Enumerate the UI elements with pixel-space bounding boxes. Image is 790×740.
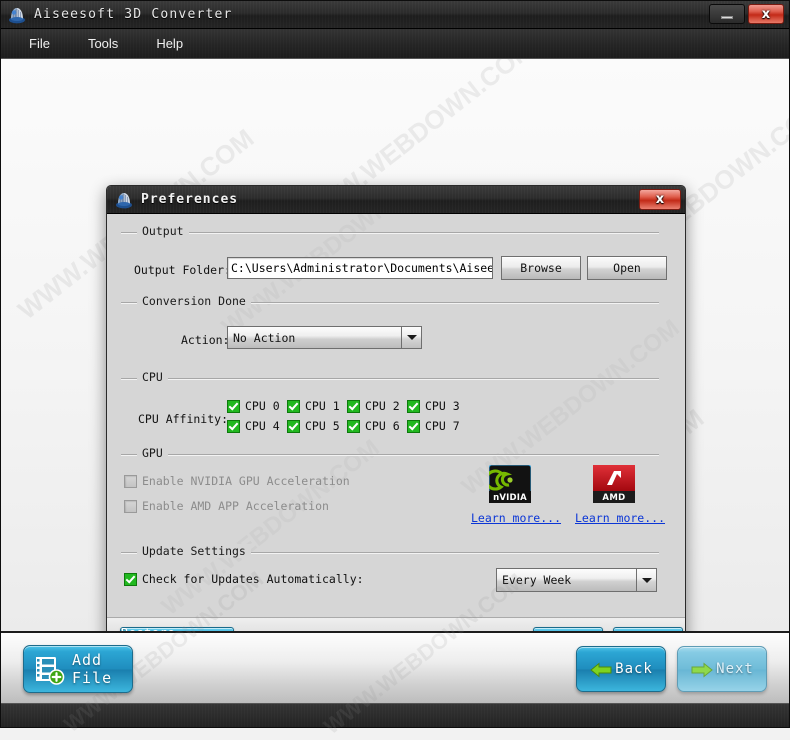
check-updates-label: Check for Updates Automatically: xyxy=(142,572,364,586)
amd-logo-icon: AMD xyxy=(592,464,636,504)
dialog-title: Preferences xyxy=(141,192,239,207)
checkbox-icon[interactable] xyxy=(347,399,360,413)
amd-acceleration-checkbox: Enable AMD APP Acceleration xyxy=(124,499,329,513)
amd-acceleration-label: Enable AMD APP Acceleration xyxy=(142,499,329,513)
app-logo-icon xyxy=(115,191,133,209)
checkbox-icon[interactable] xyxy=(227,419,240,433)
update-frequency-value: Every Week xyxy=(502,573,572,587)
close-icon: x xyxy=(655,192,665,207)
cpu-checkbox-4[interactable]: CPU 4 xyxy=(227,419,280,433)
checkbox-icon[interactable] xyxy=(124,572,137,586)
browse-button[interactable]: Browse xyxy=(501,256,581,280)
add-file-label: Add File xyxy=(72,651,113,687)
cpu-group-label: CPU xyxy=(137,370,168,384)
checkbox-icon[interactable] xyxy=(407,399,420,413)
svg-text:AMD: AMD xyxy=(602,493,625,503)
back-label: Back xyxy=(615,661,653,677)
group-divider xyxy=(121,378,659,380)
add-file-button[interactable]: Add File xyxy=(23,645,133,693)
gpu-group-label: GPU xyxy=(137,446,168,460)
bottom-toolbar: WWW.WEBDOWN.COM WWW.WEBDOWN.COM Add File… xyxy=(1,566,789,739)
nvidia-logo-icon: nVIDIA xyxy=(484,464,532,504)
checkbox-icon[interactable] xyxy=(347,419,360,433)
group-divider xyxy=(121,454,659,456)
cpu-checkbox-6[interactable]: CPU 6 xyxy=(347,419,400,433)
group-divider xyxy=(121,232,659,234)
close-button[interactable]: x xyxy=(748,4,784,24)
film-add-icon xyxy=(34,655,66,685)
menu-item-help[interactable]: Help xyxy=(152,33,187,54)
open-button[interactable]: Open xyxy=(587,256,667,280)
cpu-checkbox-7[interactable]: CPU 7 xyxy=(407,419,460,433)
cpu-checkbox-5[interactable]: CPU 5 xyxy=(287,419,340,433)
application-window: Aiseesoft 3D Converter x File Tools Help… xyxy=(0,0,790,739)
minimize-icon xyxy=(721,15,733,19)
cpu-checkbox-label: CPU 2 xyxy=(365,399,400,413)
action-combo-value: No Action xyxy=(233,330,296,345)
main-content-area: WWW.WEBDOWN.COM WWW.WEBDOWN.COM WWW.WEBD… xyxy=(1,59,789,631)
arrow-left-icon xyxy=(590,660,612,680)
cpu-affinity-label: CPU Affinity: xyxy=(138,412,229,426)
action-combo[interactable]: No Action xyxy=(227,326,422,349)
close-icon: x xyxy=(761,6,771,22)
cpu-checkbox-label: CPU 4 xyxy=(245,419,280,433)
checkbox-icon[interactable] xyxy=(287,399,300,413)
update-frequency-combo[interactable]: Every Week xyxy=(496,568,657,592)
nvidia-learn-more-link[interactable]: Learn more... xyxy=(471,511,561,525)
output-folder-label: Output Folder: xyxy=(134,263,231,277)
dialog-footer: Restore Defaults OK Cancel xyxy=(107,617,685,631)
cpu-checkbox-2[interactable]: CPU 2 xyxy=(347,399,400,413)
dialog-close-button[interactable]: x xyxy=(639,189,681,210)
output-folder-input[interactable]: C:\Users\Administrator\Documents\Aiseeso… xyxy=(227,257,493,279)
cpu-checkbox-label: CPU 0 xyxy=(245,399,280,413)
cpu-checkbox-1[interactable]: CPU 1 xyxy=(287,399,340,413)
menu-item-file[interactable]: File xyxy=(25,33,54,54)
cpu-checkbox-label: CPU 5 xyxy=(305,419,340,433)
checkbox-icon[interactable] xyxy=(287,419,300,433)
next-button: Next xyxy=(677,646,767,692)
cpu-checkbox-label: CPU 6 xyxy=(365,419,400,433)
minimize-button[interactable] xyxy=(709,4,745,24)
update-settings-group-label: Update Settings xyxy=(137,544,251,558)
dialog-title-bar: Preferences x xyxy=(107,186,685,214)
nvidia-acceleration-label: Enable NVIDIA GPU Acceleration xyxy=(142,474,350,488)
chevron-down-icon[interactable] xyxy=(636,569,656,591)
arrow-right-icon xyxy=(691,660,713,680)
chevron-down-icon[interactable] xyxy=(401,327,421,348)
menu-bar: File Tools Help xyxy=(1,29,789,59)
cpu-checkbox-label: CPU 1 xyxy=(305,399,340,413)
output-group-label: Output xyxy=(137,224,189,238)
action-label: Action: xyxy=(181,333,230,347)
cpu-checkbox-0[interactable]: CPU 0 xyxy=(227,399,280,413)
title-bar: Aiseesoft 3D Converter x xyxy=(1,1,789,29)
cpu-checkbox-label: CPU 7 xyxy=(425,419,460,433)
conversion-done-group-label: Conversion Done xyxy=(137,294,251,308)
checkbox-icon[interactable] xyxy=(407,419,420,433)
preferences-dialog: Preferences x WWW.WEBDOWN.COM WWW.WEBDOW… xyxy=(106,185,686,631)
bottom-status-strip xyxy=(1,703,789,727)
menu-item-tools[interactable]: Tools xyxy=(84,33,122,54)
back-button[interactable]: Back xyxy=(576,646,666,692)
cpu-checkbox-label: CPU 3 xyxy=(425,399,460,413)
gpu-group: GPU xyxy=(121,446,659,538)
amd-learn-more-link[interactable]: Learn more... xyxy=(575,511,665,525)
nvidia-acceleration-checkbox: Enable NVIDIA GPU Acceleration xyxy=(124,474,350,488)
checkbox-icon xyxy=(124,499,137,513)
check-updates-checkbox[interactable]: Check for Updates Automatically: xyxy=(124,572,364,586)
dialog-body: WWW.WEBDOWN.COM WWW.WEBDOWN.COM WWW.WEBD… xyxy=(107,214,685,617)
next-label: Next xyxy=(716,661,754,677)
checkbox-icon xyxy=(124,474,137,488)
cpu-checkbox-3[interactable]: CPU 3 xyxy=(407,399,460,413)
app-logo-icon xyxy=(8,6,26,24)
app-title: Aiseesoft 3D Converter xyxy=(34,7,233,22)
svg-text:nVIDIA: nVIDIA xyxy=(493,493,527,503)
window-controls: x xyxy=(709,4,784,24)
checkbox-icon[interactable] xyxy=(227,399,240,413)
